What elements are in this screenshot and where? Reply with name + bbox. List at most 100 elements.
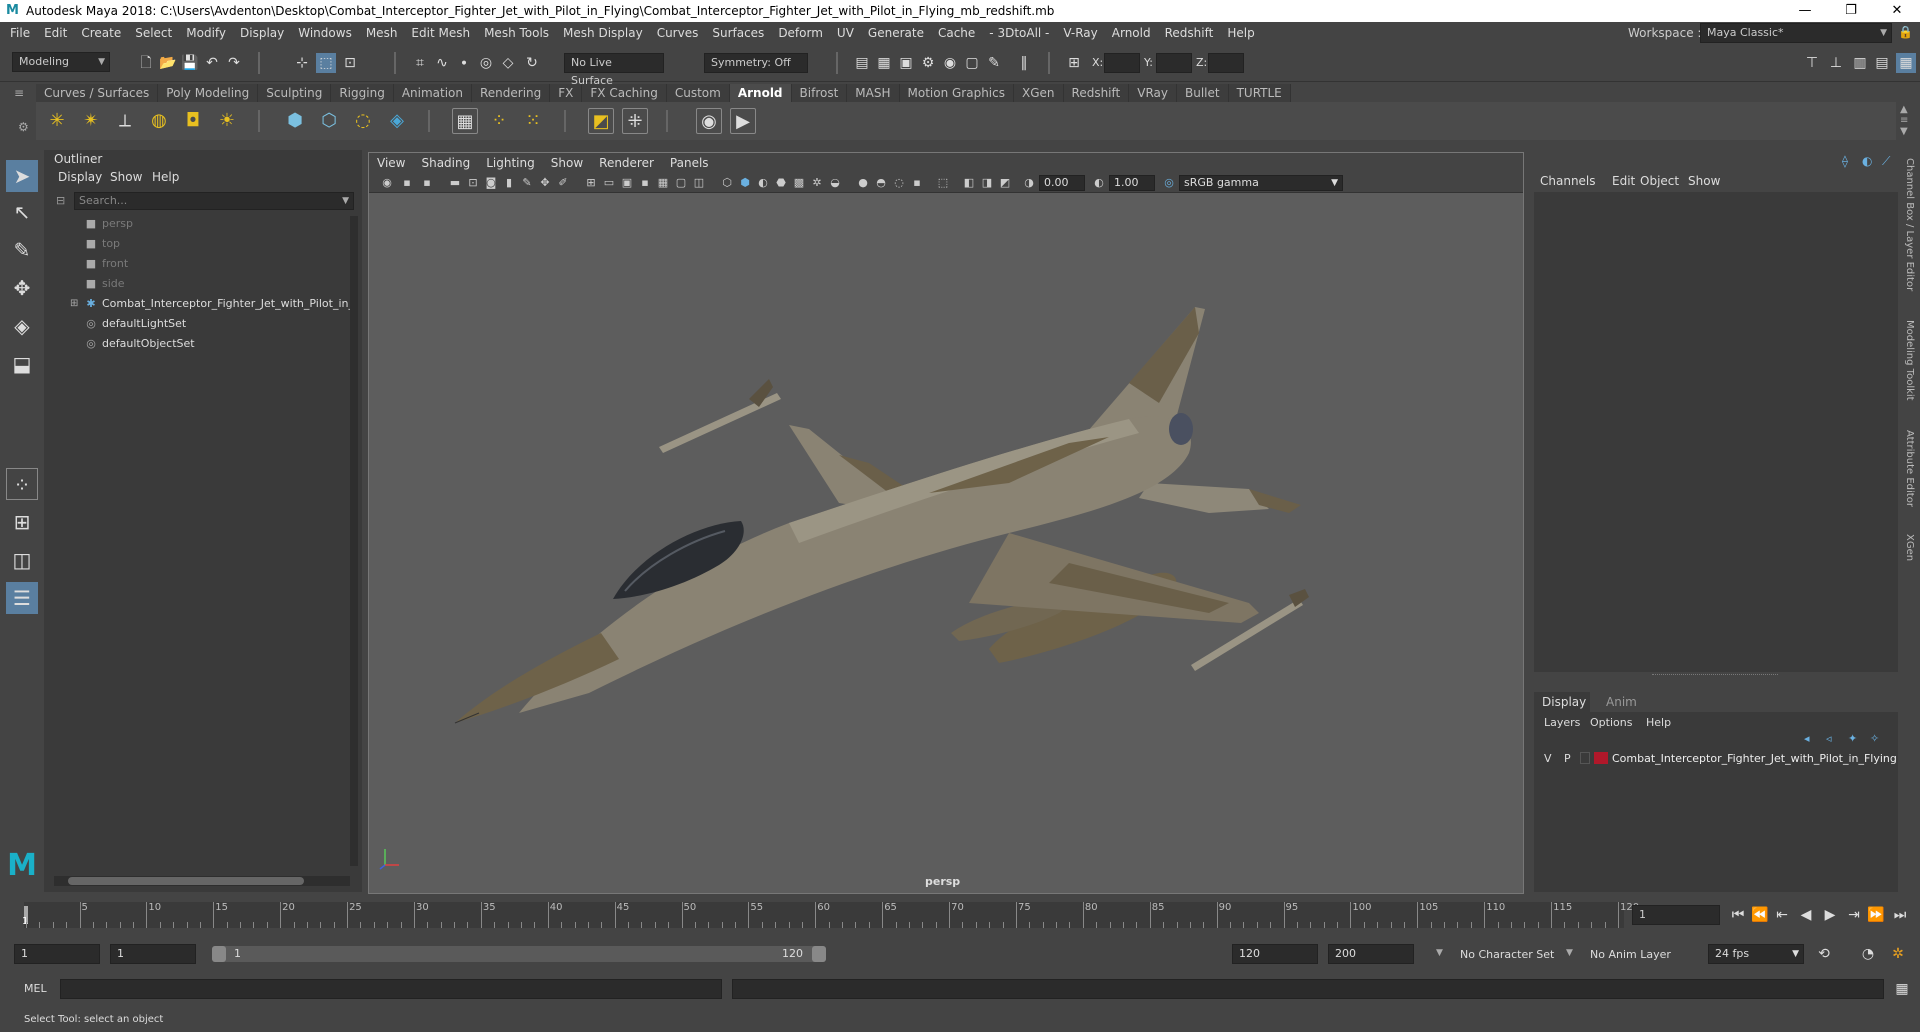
save-scene-icon[interactable]: 💾 [180,53,200,73]
minimize-button[interactable]: — [1782,0,1828,22]
shelf-tab-arnold[interactable]: Arnold [729,84,792,102]
go-to-start-icon[interactable]: ⏮ [1728,905,1748,925]
lasso-tool-icon[interactable]: ↖ [6,196,38,228]
two-d-pan-icon[interactable]: ✥ [537,175,553,191]
chevron-down-icon[interactable]: ▼ [1436,948,1443,958]
shelf-tab-xgen[interactable]: XGen [1014,84,1064,102]
mode-dropdown[interactable]: Modeling ▼ [12,52,110,72]
pause-icon[interactable]: ‖ [1014,53,1034,73]
color-management-icon[interactable]: ◎ [1161,175,1177,191]
film-gate-toggle-icon[interactable]: ▭ [601,175,617,191]
x-field[interactable] [1104,53,1140,73]
range-slider[interactable]: 1 120 [212,946,826,962]
exposure-icon[interactable]: ◑ [1021,175,1037,191]
side-tab-attribute-editor[interactable]: Attribute Editor [1904,430,1915,507]
chevron-down-icon[interactable]: ▼ [342,193,349,209]
menu-edit-mesh[interactable]: Edit Mesh [404,22,477,44]
mel-input[interactable] [60,979,722,999]
film-gate-icon[interactable]: ◙ [483,175,499,191]
paint-select-icon[interactable]: ✎ [6,234,38,266]
lock-icon[interactable]: 🔒 [1898,25,1913,39]
layer-menu-help[interactable]: Help [1646,716,1671,729]
new-scene-icon[interactable]: 🗋 [136,53,156,73]
menu-help[interactable]: Help [1220,22,1261,44]
render-frame-icon[interactable]: ▤ [852,53,872,73]
vp-menu-lighting[interactable]: Lighting [478,156,543,170]
skydome-light-icon[interactable]: ◍ [146,108,172,134]
select-hierarchy-icon[interactable]: ⊹ [292,53,312,73]
scroll-thumb[interactable] [68,877,304,885]
shelf-tab-redshift[interactable]: Redshift [1063,84,1130,102]
shelf-tab-animation[interactable]: Animation [393,84,472,102]
select-tool-icon[interactable]: ➤ [6,160,38,192]
outliner-layout-icon[interactable]: ☰ [6,582,38,614]
render-settings-icon[interactable]: ⚙ [918,53,938,73]
step-forward-frame-icon[interactable]: ⇥ [1844,905,1864,925]
channel-box-icon[interactable]: ▦ [1896,53,1916,73]
shelf-tab-fx[interactable]: FX [550,84,583,102]
menu-create[interactable]: Create [74,22,128,44]
start-time-field[interactable]: 1 [14,944,100,964]
outliner-item-side[interactable]: ■ side [84,274,125,294]
bookmark-flag-icon[interactable]: ▮ [501,175,517,191]
fighter-jet-model[interactable] [369,193,1523,893]
menu-curves[interactable]: Curves [650,22,706,44]
shelf-tab-custom[interactable]: Custom [666,84,730,102]
render-view-icon[interactable]: ◉ [696,108,722,134]
select-object-icon[interactable]: ⬚ [316,53,336,73]
shelf-menu-icon[interactable]: ≡ [14,86,24,100]
vp-menu-panels[interactable]: Panels [662,156,717,170]
outliner-item-default-object-set[interactable]: ◎ defaultObjectSet [84,334,194,354]
layer-menu-options[interactable]: Options [1590,716,1632,729]
camera-lock-icon[interactable]: ⊡ [465,175,481,191]
new-layer-icon[interactable]: ✦ [1848,732,1857,745]
tab-display[interactable]: Display [1534,692,1590,712]
anim-prefs-icon[interactable]: ✲ [1888,944,1908,964]
outliner-menu-help[interactable]: Help [152,170,179,184]
menu-select[interactable]: Select [128,22,179,44]
step-forward-key-icon[interactable]: ⏩ [1866,905,1886,925]
menu-mesh-tools[interactable]: Mesh Tools [477,22,556,44]
playback-end-field[interactable]: 120 [1232,944,1318,964]
redo-icon[interactable]: ↷ [224,53,244,73]
scale-tool-icon[interactable]: ⬓ [6,348,38,380]
ipr-render-icon[interactable]: ▣ [896,53,916,73]
wireframe-icon[interactable]: ⬡ [719,175,735,191]
outliner-item-persp[interactable]: ■ persp [84,214,133,234]
tab-anim[interactable]: Anim [1606,692,1637,712]
backface-icon[interactable]: ◩ [997,175,1013,191]
play-forwards-icon[interactable]: ▶ [1820,905,1840,925]
character-set-dropdown[interactable]: No Character Set [1460,948,1554,961]
xray-icon[interactable]: ⬣ [773,175,789,191]
live-surface-field[interactable]: No Live Surface [564,53,664,87]
smooth-shade-icon[interactable]: ⬢ [737,175,753,191]
layer-row[interactable]: V P Combat_Interceptor_Fighter_Jet_with_… [1538,750,1897,768]
menu-file[interactable]: File [0,22,37,44]
script-editor-icon[interactable]: ▦ [1892,979,1912,999]
move-layer-down-icon[interactable]: ◃ [1826,732,1832,745]
menu-mesh-display[interactable]: Mesh Display [556,22,650,44]
playback-start-field[interactable]: 1 [110,944,196,964]
menu-vray[interactable]: V-Ray [1056,22,1104,44]
expand-icon[interactable]: ⊞ [70,298,78,309]
outliner-vscrollbar[interactable] [350,216,358,866]
menu-mesh[interactable]: Mesh [359,22,405,44]
range-end-handle[interactable] [812,946,826,962]
menu-deform[interactable]: Deform [771,22,830,44]
field-chart-icon[interactable]: ▦ [655,175,671,191]
render-view-icon[interactable]: ▢ [962,53,982,73]
menu-windows[interactable]: Windows [291,22,359,44]
outliner-menu-show[interactable]: Show [110,170,142,184]
time-slider[interactable]: 1 5 10 15 20 25 30 35 40 45 50 55 60 65 70 75 80 85 90 95 1… [0,898,1920,932]
new-layer-selected-icon[interactable]: ✧ [1870,732,1879,745]
modeling-toolkit-icon[interactable]: ⊥ [1826,53,1846,73]
auto-key-icon[interactable]: ◔ [1858,944,1878,964]
step-back-key-icon[interactable]: ⏪ [1750,905,1770,925]
z-field[interactable] [1208,53,1244,73]
layer-reference-toggle[interactable] [1580,752,1590,764]
menu-3dtoall[interactable]: - 3DtoAll - [982,22,1056,44]
workspace-dropdown[interactable]: Maya Classic* ▼ [1700,23,1892,43]
resolution-gate-icon[interactable]: ▣ [619,175,635,191]
single-view-icon[interactable]: ⁘ [6,468,38,500]
tool-settings-icon[interactable]: ⟋ [1882,154,1890,169]
